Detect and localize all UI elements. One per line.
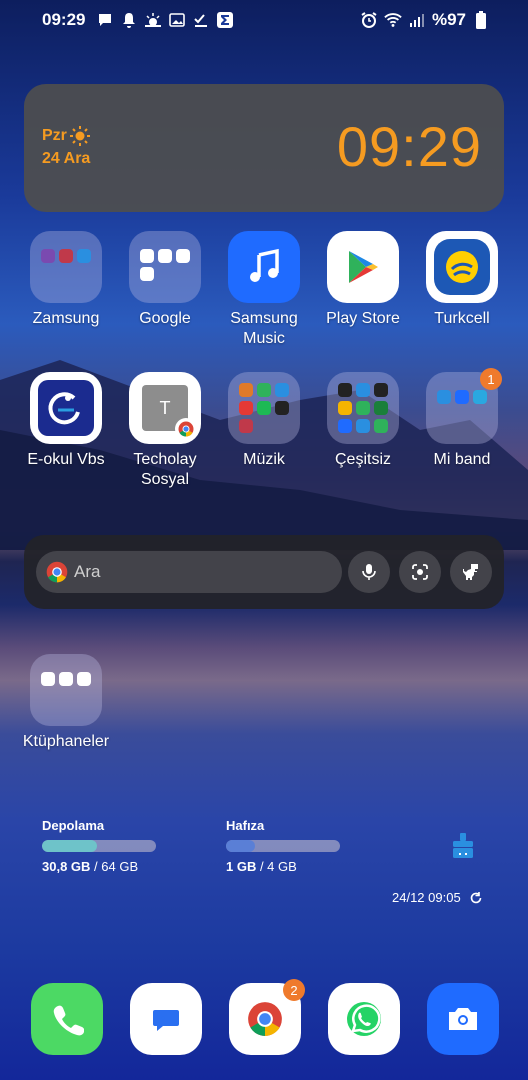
battery-icon <box>472 11 490 29</box>
storage-label: Depolama <box>42 818 105 833</box>
chrome-icon <box>248 1002 282 1036</box>
folder-google[interactable]: Google <box>115 231 215 329</box>
app-label: Müzik <box>243 451 285 468</box>
search-input[interactable]: Ara <box>36 551 342 593</box>
app-label: Google <box>139 310 191 327</box>
memory-bar <box>226 840 340 852</box>
whatsapp-icon <box>347 1002 381 1036</box>
folder-icon <box>327 372 399 444</box>
storage-updated: 24/12 09:05 <box>392 890 483 905</box>
clock-date: 24 Ara <box>42 150 91 167</box>
folder-muzik[interactable]: Müzik <box>214 372 314 470</box>
clock-time: 09:29 <box>336 115 482 178</box>
status-bar: 09:29 %97 <box>0 8 528 34</box>
app-samsung-music[interactable]: Samsung Music <box>214 231 314 349</box>
app-label: Ktüphaneler <box>22 733 110 750</box>
clock-day: Pzr <box>42 126 90 146</box>
dino-icon[interactable] <box>450 551 492 593</box>
storage-bar-fill <box>42 840 97 852</box>
folder-icon <box>30 231 102 303</box>
app-label: Techolay Sosyal <box>133 451 197 488</box>
dock-whatsapp[interactable] <box>328 983 400 1055</box>
gallery-icon <box>168 11 186 29</box>
search-placeholder: Ara <box>74 562 101 581</box>
e-okul-icon <box>30 372 102 444</box>
app-label: Samsung Music <box>230 310 298 347</box>
chrome-badge-icon <box>175 418 197 440</box>
sigma-icon <box>216 11 234 29</box>
techolay-icon: T <box>129 372 201 444</box>
notification-badge: 2 <box>283 979 305 1001</box>
app-label: Zamsung <box>32 310 100 327</box>
phone-icon <box>53 1005 84 1036</box>
mic-icon[interactable] <box>348 551 390 593</box>
checklist-icon <box>192 11 210 29</box>
folder-cesitsiz[interactable]: Çeşitsiz <box>313 372 413 470</box>
bell-icon <box>120 11 138 29</box>
search-widget: Ara <box>24 535 504 609</box>
turkcell-icon <box>426 231 498 303</box>
battery-percent: %97 <box>431 10 466 29</box>
memory-value: 1 GB / 4 GB <box>226 859 297 874</box>
folder-icon: 1 <box>426 368 502 444</box>
wifi-icon <box>384 11 402 29</box>
storage-value: 30,8 GB / 64 GB <box>42 859 139 874</box>
clock-widget[interactable]: Pzr 24 Ara 09:29 <box>24 84 504 212</box>
dock-messages[interactable] <box>130 983 202 1055</box>
notification-badge: 1 <box>480 368 502 390</box>
app-label: E-okul Vbs <box>27 451 105 468</box>
app-techolay-sosyal[interactable]: T Techolay Sosyal <box>115 372 215 490</box>
play-store-icon <box>327 231 399 303</box>
clean-broom-icon[interactable] <box>450 832 476 865</box>
lens-icon[interactable] <box>399 551 441 593</box>
app-turkcell[interactable]: Turkcell <box>412 231 512 329</box>
google-chrome-icon <box>46 561 68 583</box>
refresh-icon[interactable] <box>469 891 483 905</box>
music-note-icon <box>228 231 300 303</box>
dock-phone[interactable] <box>31 983 103 1055</box>
folder-mi-band[interactable]: 1 Mi band <box>412 368 512 470</box>
memory-bar-fill <box>226 840 255 852</box>
messages-icon <box>153 1010 179 1031</box>
folder-kutuphaneler[interactable]: Ktüphaneler <box>16 654 116 752</box>
dock-chrome[interactable]: 2 <box>229 979 305 1055</box>
app-label: Mi band <box>433 451 491 468</box>
app-label: Play Store <box>326 310 400 327</box>
app-play-store[interactable]: Play Store <box>313 231 413 329</box>
camera-icon <box>449 1008 477 1030</box>
storage-bar <box>42 840 156 852</box>
alarm-icon <box>360 11 378 29</box>
app-label: Çeşitsiz <box>334 451 391 468</box>
folder-icon <box>129 231 201 303</box>
sun-icon <box>69 126 90 146</box>
signal-icon <box>408 11 426 29</box>
folder-icon <box>30 654 102 726</box>
dock-camera[interactable] <box>427 983 499 1055</box>
folder-zamsung[interactable]: Zamsung <box>16 231 116 329</box>
folder-icon <box>228 372 300 444</box>
memory-label: Hafıza <box>226 818 265 833</box>
message-icon <box>96 11 114 29</box>
weather-icon <box>144 11 162 29</box>
status-time: 09:29 <box>42 10 86 29</box>
app-label: Turkcell <box>434 310 490 327</box>
app-e-okul-vbs[interactable]: E-okul Vbs <box>16 372 116 470</box>
